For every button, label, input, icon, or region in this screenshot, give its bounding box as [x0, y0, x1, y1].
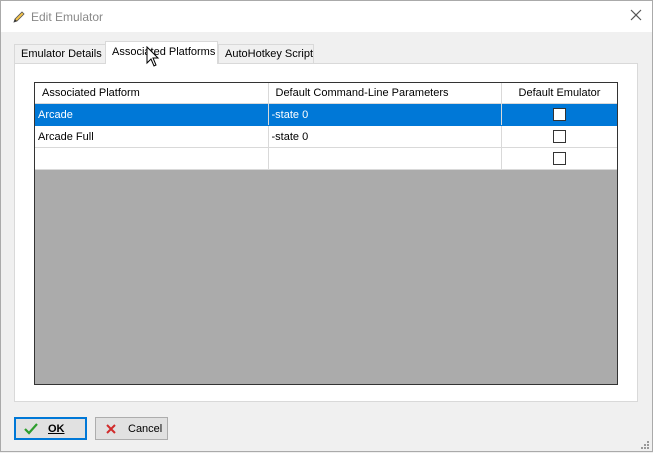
window-title: Edit Emulator	[31, 10, 104, 24]
tab-autohotkey-script[interactable]: AutoHotkey Script	[218, 44, 314, 63]
tab-associated-platforms[interactable]: Associated Platforms	[105, 41, 218, 64]
table-row[interactable]: Arcade Full -state 0	[35, 125, 617, 148]
platform-cell[interactable]: Arcade Full	[35, 125, 269, 148]
platform-cell[interactable]: Arcade	[35, 103, 269, 126]
platform-cell[interactable]	[35, 147, 269, 170]
cancel-button[interactable]: Cancel	[95, 417, 168, 440]
close-icon	[630, 9, 642, 24]
tab-emulator-details[interactable]: Emulator Details	[14, 44, 106, 63]
column-header-default-emulator[interactable]: Default Emulator	[501, 83, 617, 104]
default-emulator-cell[interactable]	[501, 125, 617, 148]
platforms-grid[interactable]: Associated Platform Default Command-Line…	[34, 82, 618, 385]
x-icon	[104, 422, 118, 436]
ok-button[interactable]: OK	[14, 417, 87, 440]
mouse-cursor-icon	[146, 45, 160, 68]
pencil-icon	[11, 9, 27, 25]
resize-grip-icon[interactable]	[640, 439, 650, 449]
associated-platforms-panel: Associated Platform Default Command-Line…	[14, 63, 638, 402]
default-emulator-checkbox[interactable]	[553, 130, 566, 143]
default-emulator-checkbox[interactable]	[553, 108, 566, 121]
cancel-label: Cancel	[128, 422, 163, 435]
close-button[interactable]	[620, 1, 652, 32]
new-row[interactable]	[35, 147, 617, 170]
column-header-associated-platform[interactable]: Associated Platform	[35, 83, 269, 104]
ok-label: OK	[48, 422, 65, 435]
default-emulator-cell[interactable]	[501, 103, 617, 126]
column-header-command-line-parameters[interactable]: Default Command-Line Parameters	[268, 83, 502, 104]
default-emulator-checkbox[interactable]	[553, 152, 566, 165]
params-cell[interactable]: -state 0	[268, 103, 502, 126]
edit-emulator-window: Edit Emulator Emulator Details Associate…	[0, 0, 653, 452]
title-bar: Edit Emulator	[1, 1, 652, 32]
grid-header-row: Associated Platform Default Command-Line…	[35, 83, 617, 104]
default-emulator-cell[interactable]	[501, 147, 617, 170]
params-cell[interactable]	[268, 147, 502, 170]
checkmark-icon	[24, 422, 38, 436]
params-cell[interactable]: -state 0	[268, 125, 502, 148]
table-row[interactable]: Arcade -state 0	[35, 103, 617, 126]
